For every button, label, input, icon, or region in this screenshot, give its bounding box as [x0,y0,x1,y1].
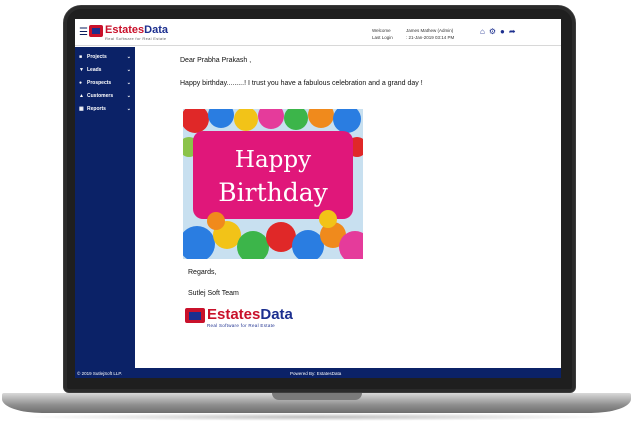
last-login-label: Last Login [372,35,393,40]
logo-word-data: Data [260,306,293,323]
signature-logo: EstatesData Real Software for Real Estat… [185,307,293,328]
copyright-text: © 2019 SutlejSoft LLP. [77,371,123,376]
sidebar-item-label: Reports [87,105,106,112]
home-icon[interactable]: ⌂ [480,28,485,36]
user-icon: ▲ [79,92,84,99]
brand-logo[interactable]: EstatesData Real Software for Real Estat… [89,24,168,41]
logo-word-estates: Estates [105,24,145,36]
sidebar-item-label: Projects [87,53,107,60]
sidebar-item-prospects[interactable]: ● Prospects ⌄ [75,76,135,89]
gear-icon[interactable]: ⚙ [489,28,496,36]
welcome-user: James Mathew (Admin) [406,28,454,33]
chevron-down-icon: ⌄ [126,66,131,73]
email-regards: Regards, [188,269,217,276]
chevron-down-icon: ⌄ [126,105,131,112]
sidebar-item-label: Leads [87,66,102,73]
logo-mark-icon [185,308,205,323]
sidebar: ■ Projects ⌄ ▼ Leads ⌄ ● Prospects ⌄ ▲ C… [75,47,135,368]
chevron-down-icon: ⌄ [126,92,131,99]
building-icon: ■ [79,53,83,60]
email-signature: Sutlej Soft Team [188,290,239,297]
top-header: ☰ EstatesData Real Software for Real Est… [75,19,561,46]
email-preview: Dear Prabha Prakash , Happy birthday....… [135,47,561,368]
birthday-card-image: Happy Birthday [183,109,363,259]
app-footer: © 2019 SutlejSoft LLP. Powered By: Estat… [75,368,561,378]
laptop-shadow [20,413,613,421]
logo-tagline: Real Software for Real Estate [207,323,275,328]
laptop-notch [272,393,362,400]
hamburger-menu-icon[interactable]: ☰ [79,28,88,38]
chevron-down-icon: ⌄ [126,53,131,60]
users-icon: ● [79,79,83,86]
sidebar-item-reports[interactable]: ▦ Reports ⌄ [75,102,135,115]
sidebar-item-leads[interactable]: ▼ Leads ⌄ [75,63,135,76]
user-profile-icon[interactable]: ● [500,28,505,36]
card-text-birthday: Birthday [218,178,328,207]
logo-word-data: Data [144,24,168,36]
card-text-happy: Happy [235,147,311,173]
sidebar-item-customers[interactable]: ▲ Customers ⌄ [75,89,135,102]
funnel-icon: ▼ [79,66,84,73]
chart-icon: ▦ [79,105,84,112]
laptop-frame: ☰ EstatesData Real Software for Real Est… [0,0,633,431]
logo-mark-icon [89,25,103,37]
user-info: Welcome James Mathew (Admin) Last Login : … [372,27,454,41]
sidebar-item-projects[interactable]: ■ Projects ⌄ [75,50,135,63]
sidebar-item-label: Prospects [87,79,112,86]
last-login-value: : 21-Jan-2019 03:14 PM [406,35,455,40]
logout-icon[interactable]: ➦ [509,28,516,36]
logo-word-estates: Estates [207,306,261,323]
app-screen: ☰ EstatesData Real Software for Real Est… [75,19,561,378]
powered-by-text: Powered By: EstatesData [290,371,342,376]
email-message: Happy birthday.........! I trust you hav… [180,80,423,87]
header-icons: ⌂ ⚙ ● ➦ [480,28,516,36]
sidebar-item-label: Customers [87,92,114,99]
chevron-down-icon: ⌄ [126,79,131,86]
logo-tagline: Real Software for Real Estate [105,36,167,41]
welcome-label: Welcome [372,28,391,33]
email-greeting: Dear Prabha Prakash , [180,57,252,64]
